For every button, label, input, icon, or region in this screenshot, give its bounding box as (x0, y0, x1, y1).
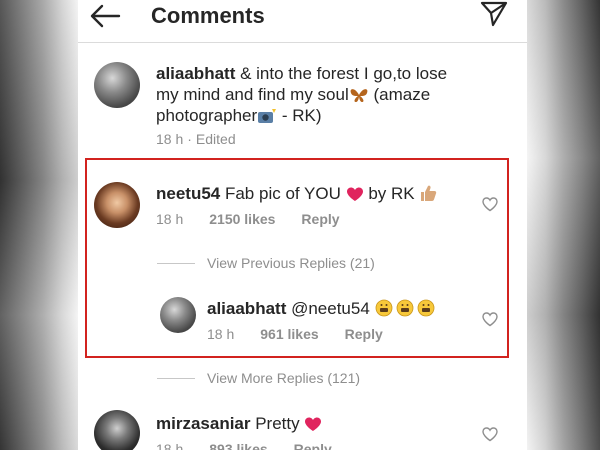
butterfly-icon (350, 89, 368, 102)
heart-outline-icon[interactable] (482, 197, 498, 212)
reply-button[interactable]: Reply (294, 441, 332, 450)
thumbs-up-emoji-icon (421, 185, 437, 201)
username[interactable]: mirzasaniar (156, 414, 251, 433)
heart-emoji-icon (305, 417, 322, 431)
view-previous-replies-link[interactable]: View Previous Replies (21) (207, 255, 375, 271)
avatar[interactable] (94, 182, 140, 228)
grinning-emoji-icon (375, 299, 434, 317)
reply-meta: 18 h 961 likes Reply (207, 326, 383, 342)
username[interactable]: aliaabhatt (156, 64, 235, 83)
comment-meta: 18 h 2150 likes Reply (156, 211, 340, 227)
back-arrow-icon[interactable] (88, 2, 122, 30)
header-bar: Comments (78, 0, 527, 43)
caption-text: aliaabhatt & into the forest I go,to los… (156, 64, 448, 125)
divider (157, 263, 195, 264)
paper-plane-icon[interactable] (479, 0, 509, 28)
comment-text: mirzasaniar Pretty (156, 413, 322, 434)
view-more-replies-link[interactable]: View More Replies (121) (207, 370, 360, 386)
username[interactable]: neetu54 (156, 184, 220, 203)
username[interactable]: aliaabhatt (207, 299, 286, 318)
camera-flash-icon (258, 109, 277, 123)
heart-emoji-icon (346, 187, 363, 201)
comment-meta: 18 h 893 likes Reply (156, 441, 358, 450)
reply-text: aliaabhatt @neetu54 (207, 298, 435, 319)
blurred-left-panel (0, 0, 78, 450)
likes-count[interactable]: 2150 likes (209, 211, 275, 227)
comment-text: neetu54 Fab pic of YOU by RK (156, 183, 437, 204)
avatar[interactable] (94, 410, 140, 450)
likes-count[interactable]: 893 likes (209, 441, 267, 450)
avatar[interactable] (94, 62, 140, 108)
page-title: Comments (151, 3, 265, 28)
heart-outline-icon[interactable] (482, 312, 498, 327)
heart-outline-icon[interactable] (482, 427, 498, 442)
divider (157, 378, 195, 379)
likes-count[interactable]: 961 likes (260, 326, 318, 342)
avatar[interactable] (160, 297, 196, 333)
reply-button[interactable]: Reply (301, 211, 339, 227)
blurred-right-panel (527, 0, 600, 450)
comments-screen: Comments aliaabhatt & into the forest I … (78, 0, 527, 450)
caption-meta: 18 h · Edited (156, 131, 236, 147)
reply-button[interactable]: Reply (345, 326, 383, 342)
